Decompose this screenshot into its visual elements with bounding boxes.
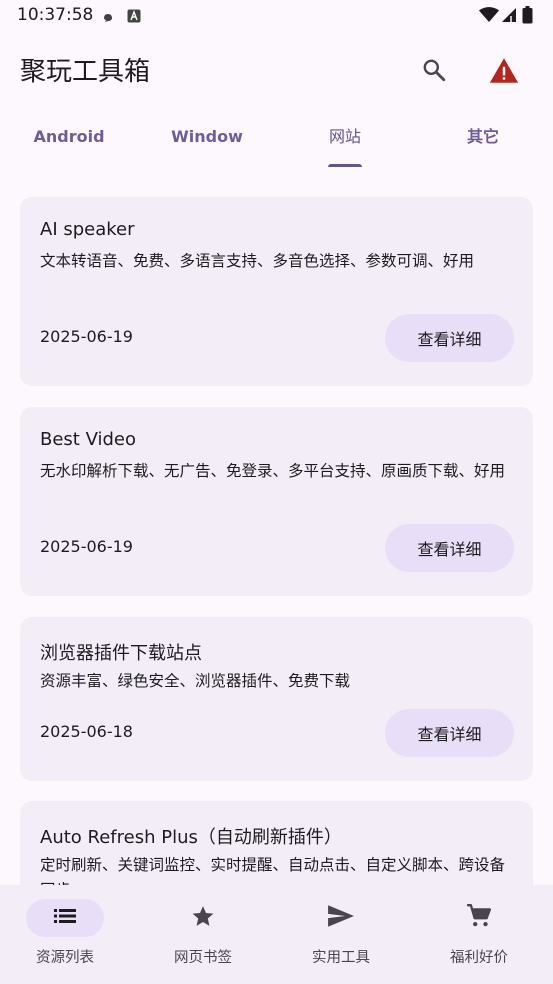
nav-indicator <box>26 899 104 937</box>
tab-window[interactable]: Window <box>138 118 276 170</box>
card-date: 2025-06-19 <box>40 537 133 556</box>
nav-label: 实用工具 <box>312 950 370 966</box>
card-description: 无水印解析下载、无广告、免登录、多平台支持、原画质下载、好用 <box>40 462 506 480</box>
tab-indicator <box>328 164 362 167</box>
a-badge-icon <box>127 8 141 27</box>
card-title: Auto Refresh Plus（自动刷新插件） <box>40 827 342 848</box>
nav-deals[interactable]: 福利好价 <box>414 885 552 984</box>
nav-indicator <box>302 899 380 937</box>
nav-resource-list[interactable]: 资源列表 <box>0 885 138 984</box>
nav-indicator <box>440 899 518 937</box>
cart-icon <box>466 903 492 933</box>
tab-android[interactable]: Android <box>0 118 138 170</box>
notification-dot-icon <box>102 9 114 28</box>
nav-label: 福利好价 <box>450 950 508 966</box>
nav-indicator <box>164 899 242 937</box>
nav-label: 网页书签 <box>174 950 232 966</box>
star-icon <box>190 904 216 933</box>
nav-label: 资源列表 <box>36 950 94 966</box>
tab-label: 其它 <box>466 127 499 146</box>
resource-card[interactable]: AI speaker 文本转语音、免费、多语言支持、多音色选择、参数可调、好用 … <box>20 197 533 386</box>
tab-label: 网站 <box>328 127 361 146</box>
resource-card[interactable]: Best Video 无水印解析下载、无广告、免登录、多平台支持、原画质下载、好… <box>20 407 533 596</box>
signal-icon <box>501 7 517 27</box>
app-bar: 聚玩工具箱 <box>0 40 553 100</box>
card-title: 浏览器插件下载站点 <box>40 643 202 664</box>
view-details-button[interactable]: 查看详细 <box>385 709 514 757</box>
send-icon <box>327 904 355 932</box>
status-time: 10:37:58 <box>17 5 94 25</box>
card-date: 2025-06-18 <box>40 722 133 741</box>
bottom-navigation: 资源列表 网页书签 实用工具 福利好价 <box>0 885 553 984</box>
list-icon <box>54 908 76 928</box>
wifi-icon <box>479 7 499 27</box>
status-bar: 10:37:58 <box>0 0 553 32</box>
view-details-button[interactable]: 查看详细 <box>385 314 514 362</box>
view-details-button[interactable]: 查看详细 <box>385 524 514 572</box>
card-description: 文本转语音、免费、多语言支持、多音色选择、参数可调、好用 <box>40 252 475 270</box>
app-title: 聚玩工具箱 <box>20 57 151 87</box>
battery-icon <box>522 6 533 28</box>
tab-website[interactable]: 网站 <box>276 118 414 170</box>
card-title: Best Video <box>40 429 137 450</box>
tab-label: Window <box>171 127 243 146</box>
card-description: 资源丰富、绿色安全、浏览器插件、免费下载 <box>40 672 351 690</box>
category-tabs: Android Window 网站 其它 <box>0 118 553 170</box>
search-icon <box>421 57 447 87</box>
warning-icon <box>489 57 519 88</box>
card-description: 定时刷新、关键词监控、实时提醒、自动点击、自定义脚本、跨设备同步 <box>40 856 506 885</box>
card-date: 2025-06-19 <box>40 327 133 346</box>
warning-button[interactable] <box>484 52 524 92</box>
search-button[interactable] <box>414 52 454 92</box>
tab-other[interactable]: 其它 <box>414 118 552 170</box>
nav-tools[interactable]: 实用工具 <box>276 885 414 984</box>
nav-bookmarks[interactable]: 网页书签 <box>138 885 276 984</box>
tab-label: Android <box>33 127 105 146</box>
resource-card[interactable]: Auto Refresh Plus（自动刷新插件） 定时刷新、关键词监控、实时提… <box>20 801 533 885</box>
card-title: AI speaker <box>40 219 135 240</box>
resource-card[interactable]: 浏览器插件下载站点 资源丰富、绿色安全、浏览器插件、免费下载 2025-06-1… <box>20 617 533 781</box>
